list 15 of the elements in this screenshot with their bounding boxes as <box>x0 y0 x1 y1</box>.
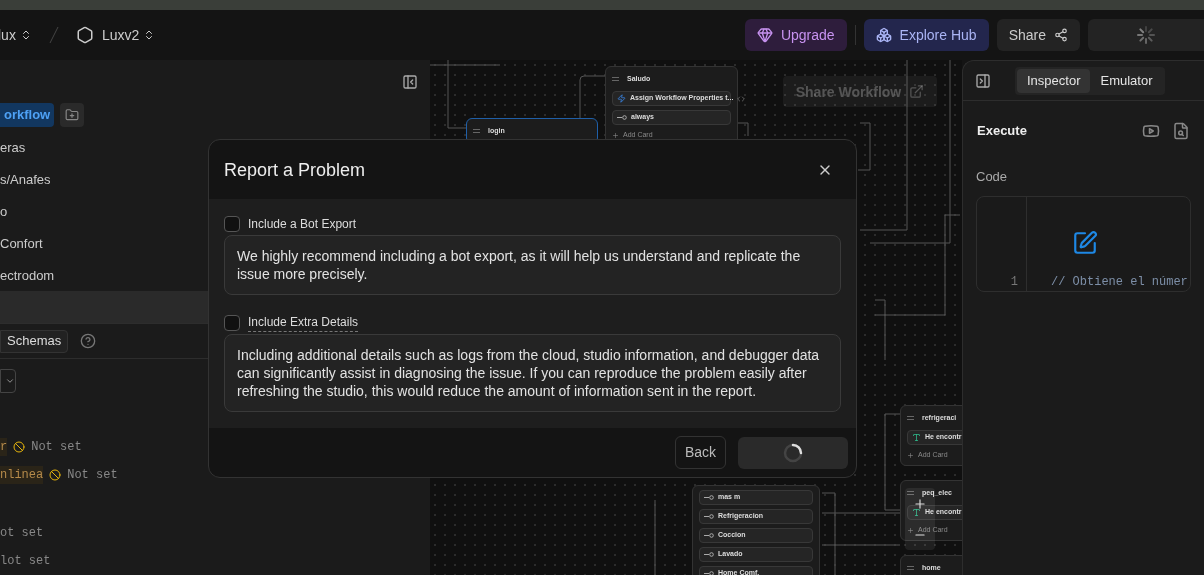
option-description: We highly recommend including a bot export, as it will help us understand and replicate the issue more precisely. <box>224 235 841 295</box>
variable-value: lot set <box>0 553 51 570</box>
option-label: Include Extra Details <box>248 313 359 332</box>
field-label: Code <box>975 167 1009 186</box>
code-line: // Obtiene el númer <box>1051 274 1189 291</box>
variable-value: ot set <box>0 525 44 542</box>
section-title: Execute <box>977 122 1027 140</box>
option-description: Including additional details such as logs from the cloud, studio information, and debugger data can significantly assist in diagnosing the issue. If you can reproduce the problem easily after refreshing the studio, this would reduce the amount of information sent in the report. <box>224 334 841 412</box>
line-number: 1 <box>1010 274 1018 291</box>
dialog-title: Report a Problem <box>224 158 366 182</box>
variable-value: Not set <box>31 439 82 456</box>
variable-value: Not set <box>67 467 118 484</box>
option-label: Include a Bot Export <box>248 216 357 233</box>
variable-name: nlinea <box>0 466 44 484</box>
variable-name: r <box>0 438 8 456</box>
